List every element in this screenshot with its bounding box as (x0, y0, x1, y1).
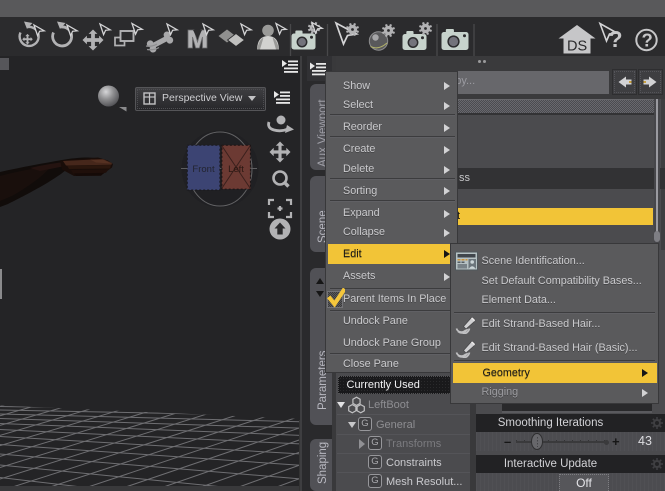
svg-text:Front: Front (192, 164, 215, 175)
svg-text:DS: DS (567, 39, 587, 55)
svg-text:?: ? (642, 30, 653, 51)
svg-text:?: ? (609, 26, 623, 52)
svg-text:Left: Left (228, 164, 244, 175)
